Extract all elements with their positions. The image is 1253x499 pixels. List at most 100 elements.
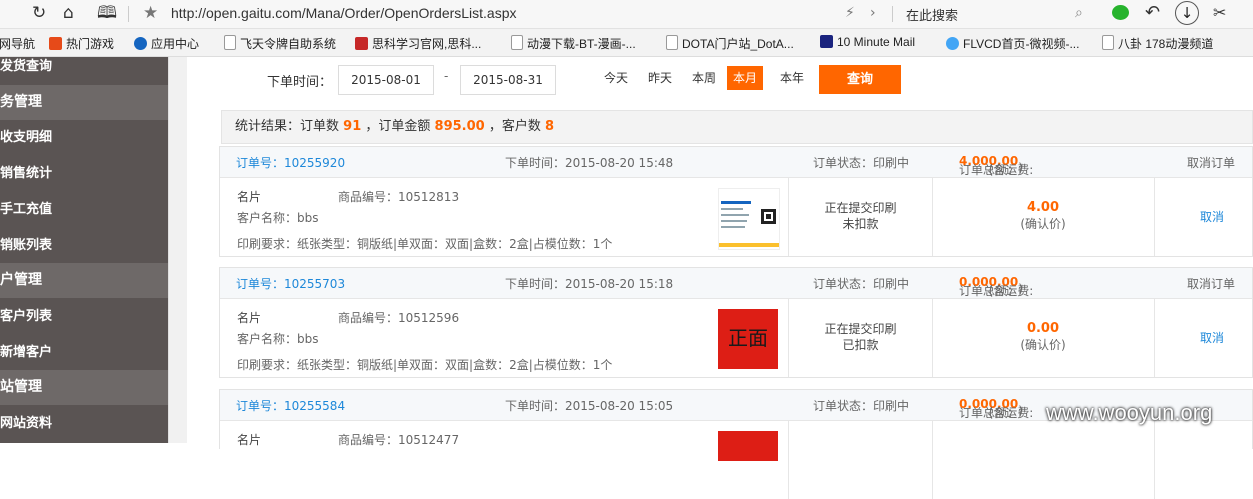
divider — [892, 6, 893, 22]
product-thumbnail[interactable] — [718, 188, 780, 250]
order-time: 下单时间：2015-08-20 15:18 — [505, 277, 674, 291]
end-date-input[interactable]: 2015-08-31 — [460, 65, 556, 95]
quick-this-month[interactable]: 本月 — [727, 66, 764, 90]
cancel-order-head[interactable]: 取消订单 — [1187, 275, 1235, 292]
cancel-link[interactable]: 取消 — [1200, 329, 1224, 346]
sidebar-item[interactable]: 手工充值 — [0, 192, 168, 227]
globe-icon — [946, 37, 959, 50]
quick-this-year[interactable]: 本年 — [774, 66, 810, 90]
sidebar-item[interactable]: 销账列表 — [0, 228, 168, 263]
product-thumbnail[interactable] — [718, 431, 778, 461]
bookmark-item[interactable]: 动漫下载-BT-漫画-... — [511, 35, 636, 52]
quick-yesterday[interactable]: 昨天 — [642, 66, 678, 90]
bookmark-item[interactable]: FLVCD首页-微视频-... — [946, 35, 1079, 52]
order-number-link[interactable]: 订单号：10255584 — [236, 397, 345, 414]
cisco-icon — [355, 37, 368, 50]
query-button[interactable]: 查询 — [819, 65, 901, 94]
sidebar-item[interactable]: 收支明细 — [0, 120, 168, 155]
order-number-link[interactable]: 订单号：10255703 — [236, 275, 345, 292]
refresh-icon[interactable]: ↻ — [32, 3, 46, 23]
order-card: 订单号：10255703 下单时间：2015-08-20 15:18 订单状态：… — [219, 267, 1253, 378]
date-range-dash: - — [444, 69, 449, 83]
sidebar-gutter — [168, 57, 187, 443]
sidebar-item[interactable]: 客户列表 — [0, 299, 168, 334]
bookmark-item[interactable]: 飞天令牌自助系统 — [224, 35, 336, 52]
sidebar-group-header[interactable]: 站管理 — [0, 370, 168, 405]
star-icon[interactable]: ★ — [143, 3, 158, 23]
browser-toolbar: ↻ ⌂ 🕮 ★ http://open.gaitu.com/Mana/Order… — [0, 0, 1253, 29]
payment-status: 未扣款 — [842, 217, 879, 231]
search-icon[interactable]: ⌕ — [1075, 3, 1083, 23]
cancel-link[interactable]: 取消 — [1200, 208, 1224, 225]
order-number-link[interactable]: 订单号：10255920 — [236, 154, 345, 171]
print-requirement: 印刷要求：纸张类型：铜版纸|单双面：双面|盒数：2盒|占模位数：1个 — [237, 358, 613, 372]
sidebar-group-header[interactable]: 务管理 — [0, 85, 168, 120]
watermark: www.wooyun.org — [1046, 400, 1213, 425]
sidebar-item[interactable]: 新增客户 — [0, 335, 168, 370]
column-divider — [1154, 178, 1155, 256]
scissors-icon[interactable]: ✂ — [1213, 3, 1226, 23]
product-thumbnail[interactable]: 正面 — [718, 309, 778, 369]
customer-name: 客户名称：bbs — [237, 332, 319, 346]
back-arrow-icon[interactable]: ↶ — [1145, 3, 1160, 23]
bookmark-item[interactable]: 八卦 178动漫频道 — [1102, 35, 1213, 52]
customer-label: ，客户数 — [488, 119, 541, 134]
order-header: 订单号：10255920 下单时间：2015-08-20 15:48 订单状态：… — [220, 147, 1252, 178]
order-status-head: 订单状态：印刷中 — [813, 277, 910, 291]
quick-this-week[interactable]: 本周 — [686, 66, 722, 90]
order-time: 下单时间：2015-08-20 15:05 — [505, 399, 674, 413]
product-name: 名片 — [237, 190, 262, 204]
business-card-image — [719, 201, 779, 247]
order-time: 下单时间：2015-08-20 15:48 — [505, 156, 674, 170]
payment-status: 已扣款 — [842, 338, 879, 352]
sidebar-item[interactable]: 网站资料 — [0, 406, 168, 441]
customer-name: 客户名称：bbs — [237, 211, 319, 225]
product-name: 名片 — [237, 311, 262, 325]
column-divider — [788, 421, 789, 499]
page-icon — [511, 35, 523, 50]
order-card: 订单号：10255920 下单时间：2015-08-20 15:48 订单状态：… — [219, 146, 1253, 257]
stats-summary: 统计结果：订单数 91 ，订单金额 895.00 ，客户数 8 — [221, 110, 1253, 144]
book-icon[interactable]: 🕮 — [97, 3, 117, 23]
divider — [128, 6, 129, 22]
order-body: 名片 商品编号：10512596 客户名称：bbs 印刷要求：纸张类型：铜版纸|… — [220, 299, 1252, 377]
date-filter-label: 下单时间： — [267, 75, 333, 90]
order-amount-cell: 4.00 (确认价) — [932, 200, 1154, 232]
order-total: 订单总额： 0.00 (含运费: 0.00) — [959, 275, 1034, 298]
start-date-input[interactable]: 2015-08-01 — [338, 65, 434, 95]
sidebar-item[interactable]: 销售统计 — [0, 156, 168, 191]
product-code: 商品编号：10512813 — [338, 190, 460, 204]
quick-today[interactable]: 今天 — [598, 66, 634, 90]
page-icon — [1102, 35, 1114, 50]
page-icon — [224, 35, 236, 50]
product-name: 名片 — [237, 433, 262, 447]
address-bar[interactable]: http://open.gaitu.com/Mana/Order/OpenOrd… — [171, 5, 517, 21]
order-total: 订单总额： 4.00 (含运费: 0.00) — [959, 154, 1034, 177]
amount-note: (确认价) — [1020, 217, 1066, 231]
download-icon[interactable]: ↓ — [1175, 1, 1199, 25]
product-code: 商品编号：10512477 — [338, 433, 460, 447]
column-divider — [932, 421, 933, 499]
amount-label: ，订单金额 — [365, 119, 431, 134]
sidebar-item[interactable]: 发货查询 — [0, 49, 168, 84]
order-status-head: 订单状态：印刷中 — [813, 399, 910, 413]
search-input[interactable]: 在此搜索 — [906, 5, 958, 24]
bookmark-item[interactable]: 思科学习官网,思科... — [355, 35, 481, 52]
page-icon — [666, 35, 678, 50]
wechat-icon[interactable] — [1112, 5, 1129, 20]
order-status-head: 订单状态：印刷中 — [813, 156, 910, 170]
cancel-order-head[interactable]: 取消订单 — [1187, 154, 1235, 171]
product-code: 商品编号：10512596 — [338, 311, 460, 325]
bookmark-item[interactable]: DOTA门户站_DotA... — [666, 35, 794, 52]
print-status: 正在提交印刷 — [824, 322, 897, 336]
order-amount-cell: 0.00 (确认价) — [932, 321, 1154, 353]
amount-value: 0.00 — [1026, 321, 1060, 336]
home-icon[interactable]: ⌂ — [63, 3, 74, 23]
sidebar-group-header[interactable]: 户管理 — [0, 263, 168, 298]
order-total: 订单总额： 0.00 (含运费: 0.00) — [959, 397, 1034, 420]
sidebar: 发货查询 务管理 收支明细 销售统计 手工充值 销账列表 户管理 客户列表 新增… — [0, 57, 168, 443]
lightning-icon[interactable]: ⚡ — [845, 3, 855, 23]
bookmark-item[interactable]: 10 Minute Mail — [820, 35, 915, 49]
chevron-right-icon[interactable]: › — [870, 3, 876, 23]
bookmarks-bar: 网导航 热门游戏 应用中心 飞天令牌自助系统 思科学习官网,思科... 动漫下载… — [0, 29, 1253, 57]
